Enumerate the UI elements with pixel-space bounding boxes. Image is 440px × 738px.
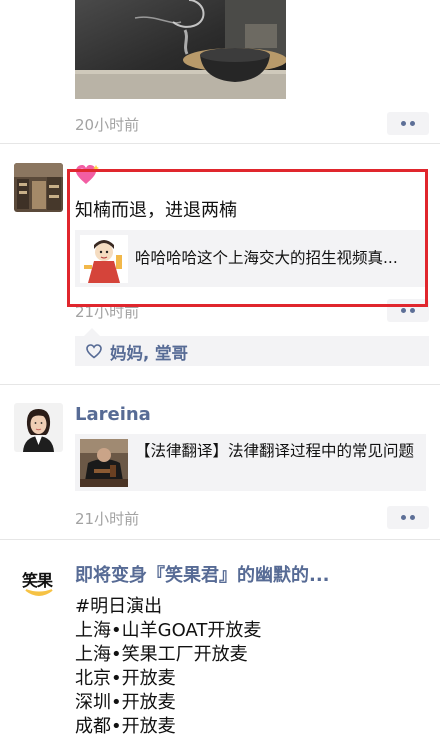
- avatar-photo-library: [14, 163, 63, 212]
- highlight-box: [67, 169, 428, 307]
- post-time: 21小时前: [75, 510, 140, 528]
- dot-icon: [401, 121, 406, 126]
- more-actions-button[interactable]: [387, 112, 429, 135]
- judge-gavel-image: [80, 439, 128, 487]
- user-name[interactable]: Lareina: [75, 404, 151, 425]
- feed-divider: [0, 143, 440, 144]
- avatar[interactable]: [14, 403, 63, 452]
- feed-divider: [0, 539, 440, 540]
- heart-outline-icon: [86, 344, 102, 359]
- post-line: 上海•笑果工厂开放麦: [75, 644, 248, 665]
- post-line: 深圳•开放麦: [75, 692, 176, 713]
- dot-icon: [401, 515, 406, 520]
- likes-pointer: [84, 328, 100, 336]
- avatar-logo[interactable]: 笑果: [14, 558, 63, 607]
- avatar[interactable]: [14, 163, 63, 212]
- likes-bar: 妈妈, 堂哥: [75, 336, 429, 366]
- post-image-tea[interactable]: [75, 0, 286, 99]
- more-actions-button[interactable]: [387, 506, 429, 529]
- user-name[interactable]: 即将变身『笑果君』的幽默的...: [75, 561, 375, 587]
- link-title: 【法律翻译】法律翻译过程中的常见问题: [135, 442, 415, 460]
- avatar-photo-woman: [14, 403, 63, 452]
- post-time: 20小时前: [75, 116, 140, 134]
- dot-icon: [410, 308, 415, 313]
- dot-icon: [410, 515, 415, 520]
- link-thumbnail: [80, 439, 128, 487]
- smile-logo-icon: [25, 589, 53, 596]
- link-card[interactable]: 【法律翻译】法律翻译过程中的常见问题: [75, 434, 426, 491]
- post-line: 成都•开放麦: [75, 716, 176, 737]
- post-line: #明日演出: [75, 596, 163, 617]
- dot-icon: [410, 121, 415, 126]
- dot-icon: [401, 308, 406, 313]
- likes-names[interactable]: 妈妈, 堂哥: [110, 340, 188, 364]
- post-line: 北京•开放麦: [75, 668, 176, 689]
- post-line: 上海•山羊GOAT开放麦: [75, 620, 262, 641]
- tea-image: [75, 0, 286, 99]
- feed-divider: [0, 384, 440, 385]
